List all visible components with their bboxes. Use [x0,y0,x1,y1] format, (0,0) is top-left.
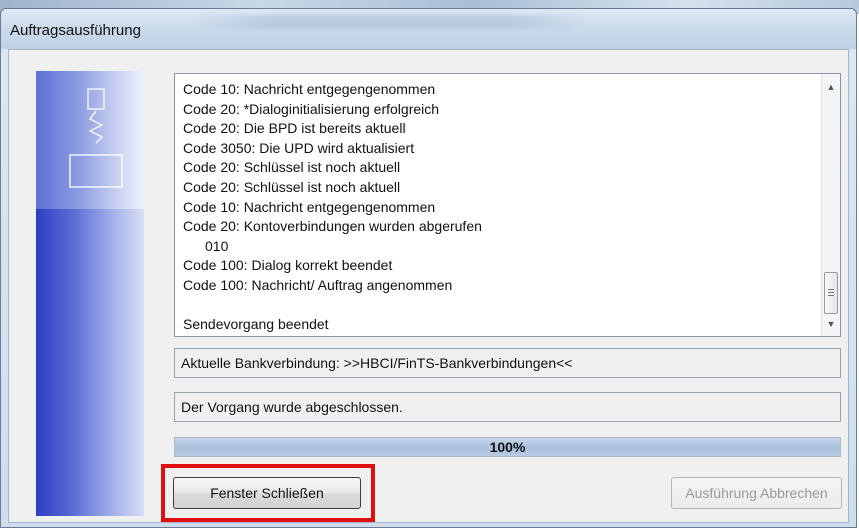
title-bar[interactable]: Auftragsausführung [1,9,856,49]
log-line: Code 20: Schlüssel ist noch aktuell [183,159,401,176]
log-lines: Code 10: Nachricht entgegengenommen Code … [183,80,482,335]
log-line: Code 10: Nachricht entgegengenommen [183,81,436,97]
log-line: Sendevorgang beendet [183,316,329,333]
scrollbar-thumb[interactable] [824,272,838,314]
grip-line [828,289,834,290]
grip-line [828,292,834,293]
log-line: Code 100: Dialog korrekt beendet [183,257,393,274]
triangle-down-icon[interactable]: ▼ [822,315,840,333]
log-line: Code 100: Nachricht/ Auftrag angenommen [183,276,453,293]
log-line: Code 20: *Dialoginitialisierung erfolgre… [183,100,440,117]
process-status-field: Der Vorgang wurde abgeschlossen. [174,392,841,422]
log-line: Code 20: Die BPD ist bereits aktuell [183,120,406,137]
log-line: Code 20: Kontoverbindungen wurden abgeru… [183,218,482,235]
log-line: Code 10: Nachricht entgegengenommen [183,198,436,215]
log-line: 010 [205,237,229,254]
log-textarea[interactable]: Code 10: Nachricht entgegengenommen Code … [174,73,841,337]
close-window-button[interactable]: Fenster Schließen [173,477,361,509]
side-banner-top [36,71,144,209]
document-flow-icon [69,88,123,188]
background-title-ghost [191,15,591,29]
log-scrollbar[interactable]: ▲ ▼ [821,74,840,336]
progress-label: 100% [489,439,526,455]
dialog-window: Auftragsausführung Code 10: Nachricht en… [0,8,857,528]
window-title: Auftragsausführung [10,22,141,39]
triangle-up-icon[interactable]: ▲ [822,78,840,96]
progress-bar: 100% [174,437,841,457]
abort-execution-button[interactable]: Ausführung Abbrechen [671,477,842,509]
log-line: Code 3050: Die UPD wird aktualisiert [183,139,415,156]
side-banner-image [36,71,144,516]
grip-line [828,295,834,296]
connection-status-field: Aktuelle Bankverbindung: >>HBCI/FinTS-Ba… [174,348,841,378]
dialog-client-area: Code 10: Nachricht entgegengenommen Code … [8,49,849,523]
log-line: Code 20: Schlüssel ist noch aktuell [183,178,401,195]
